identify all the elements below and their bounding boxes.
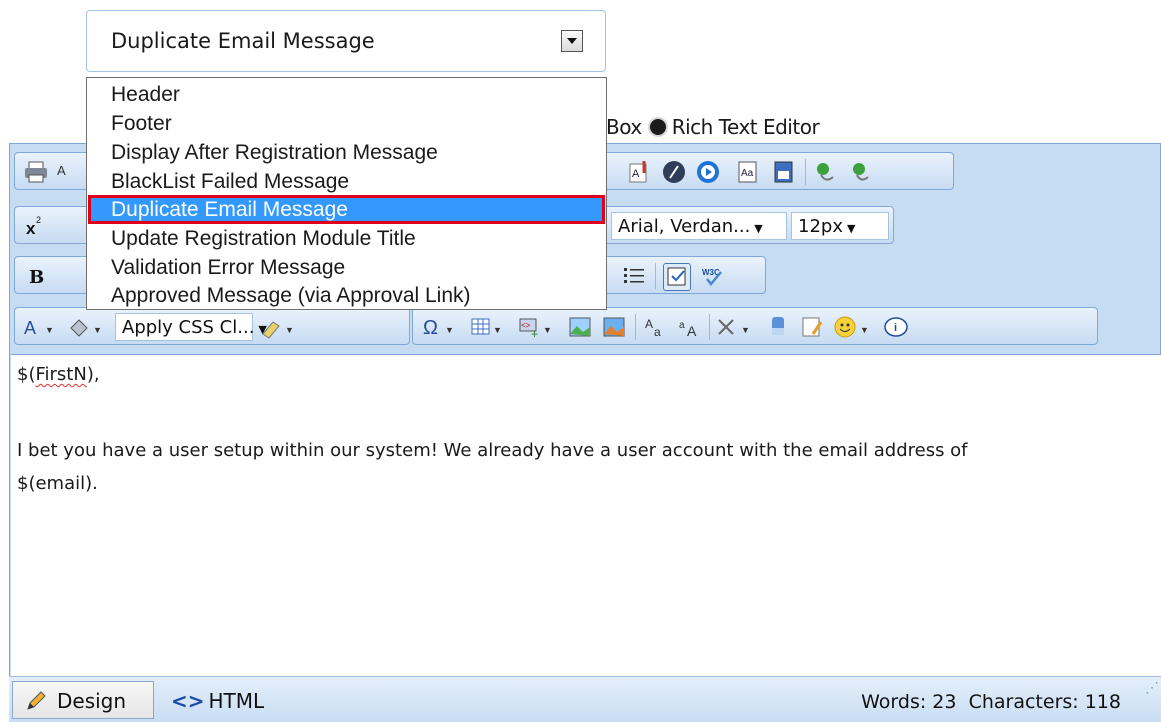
svg-text:A: A xyxy=(687,323,697,339)
dropdown-item-duplicate-email[interactable]: Duplicate Email Message xyxy=(88,195,605,224)
greeting-variable: FirstN xyxy=(35,364,87,385)
svg-text:▼: ▼ xyxy=(860,325,869,335)
edit-note-icon[interactable] xyxy=(799,314,825,340)
document-manager-icon[interactable]: Aa xyxy=(735,159,761,185)
resize-grip-icon[interactable]: ⋰ xyxy=(1145,679,1159,696)
textbox-radio-label[interactable]: Box xyxy=(606,115,642,139)
chevron-down-icon: ▼ xyxy=(846,222,856,235)
font-color-icon[interactable]: A ▼ xyxy=(21,314,67,340)
convert-lower-icon[interactable]: Aa xyxy=(643,314,669,340)
chevron-down-icon[interactable] xyxy=(561,30,583,52)
chevron-down-icon: ▼ xyxy=(754,222,763,235)
svg-text:▼: ▼ xyxy=(445,325,454,335)
design-mode-tab[interactable]: Design xyxy=(12,681,154,719)
character-count: Characters: 118 xyxy=(968,691,1121,713)
svg-text:A: A xyxy=(24,318,36,338)
toolbar-row-4b: Ω ▼ ▼ <> + ▼ Aa aA ▼ ▼ i xyxy=(412,307,1098,345)
svg-text:i: i xyxy=(894,322,897,334)
toolbar-row-4: A ▼ ▼ Apply CSS Cl... ▼ ▼ xyxy=(14,307,410,345)
emoticon-icon[interactable]: ▼ xyxy=(833,314,877,340)
module-manager-icon[interactable]: ▼ xyxy=(715,314,759,340)
about-editor-icon[interactable] xyxy=(765,314,791,340)
svg-text:A: A xyxy=(645,317,653,331)
spellcheck-icon[interactable]: A xyxy=(55,159,81,185)
message-type-select[interactable]: Duplicate Email Message xyxy=(86,10,606,72)
table-icon[interactable]: ▼ xyxy=(469,314,513,340)
code-icon: <> xyxy=(171,689,205,713)
word-count: Words: 23 xyxy=(861,691,957,713)
pencil-icon xyxy=(25,690,47,717)
font-name-value: Arial, Verdan... xyxy=(618,216,751,237)
paste-word-icon[interactable]: A xyxy=(627,159,653,185)
html-mode-label: HTML xyxy=(208,689,265,713)
svg-text:2: 2 xyxy=(36,215,41,225)
css-class-value: Apply CSS Cl... xyxy=(122,317,255,338)
image-manager-icon[interactable] xyxy=(567,314,593,340)
word-count-stats: Words: 23 Characters: 118 xyxy=(861,691,1121,713)
svg-text:▼: ▼ xyxy=(93,325,102,335)
body-line-2: $(email). xyxy=(17,473,98,494)
dropdown-item-footer[interactable]: Footer xyxy=(88,109,605,138)
svg-text:Ω: Ω xyxy=(423,317,438,339)
editor-mode-radio-group: Box Rich Text Editor xyxy=(606,115,820,139)
rich-text-radio-label[interactable]: Rich Text Editor xyxy=(672,115,820,139)
flash-icon[interactable] xyxy=(661,159,687,185)
design-mode-label: Design xyxy=(57,689,127,713)
dropdown-item-display-after-registration[interactable]: Display After Registration Message xyxy=(88,138,605,167)
font-size-select[interactable]: 12px ▼ xyxy=(791,212,889,240)
insert-snippet-icon[interactable]: <> + ▼ xyxy=(517,314,561,341)
message-type-select-value: Duplicate Email Message xyxy=(111,29,375,53)
superscript-icon[interactable]: x2 xyxy=(23,213,49,239)
greeting-prefix: $( xyxy=(17,364,36,385)
svg-text:+: + xyxy=(531,327,538,340)
dropdown-item-blacklist-failed[interactable]: BlackList Failed Message xyxy=(88,167,605,196)
dropdown-item-header[interactable]: Header xyxy=(88,80,605,109)
svg-text:x: x xyxy=(26,219,36,238)
svg-text:B: B xyxy=(29,267,44,288)
svg-text:▼: ▼ xyxy=(285,325,294,335)
css-class-select[interactable]: Apply CSS Cl... ▼ xyxy=(115,313,267,341)
editor-status-bar: Design <> HTML Words: 23 Characters: 118 … xyxy=(9,676,1161,722)
svg-text:a: a xyxy=(679,320,685,331)
message-type-dropdown-list: Header Footer Display After Registration… xyxy=(86,77,607,310)
bold-icon[interactable]: B xyxy=(23,263,49,289)
svg-text:▼: ▼ xyxy=(45,325,54,335)
font-size-value: 12px xyxy=(798,216,843,237)
svg-text:▼: ▼ xyxy=(493,325,502,335)
convert-upper-icon[interactable]: aA xyxy=(677,314,703,340)
svg-text:A: A xyxy=(632,168,640,180)
template-manager-icon[interactable] xyxy=(771,159,797,185)
greeting-line: $(FirstN), xyxy=(17,364,100,385)
highlight-color-icon[interactable]: ▼ xyxy=(67,314,113,340)
greeting-suffix: ), xyxy=(86,364,100,385)
svg-text:▼: ▼ xyxy=(741,325,750,335)
editor-content[interactable]: $(FirstN), I bet you have a user setup w… xyxy=(11,354,1161,676)
format-stripper-icon[interactable]: ▼ xyxy=(259,314,305,340)
print-icon[interactable] xyxy=(23,159,49,185)
dropdown-item-update-registration-title[interactable]: Update Registration Module Title xyxy=(88,224,605,253)
svg-text:a: a xyxy=(654,325,661,339)
w3c-icon[interactable]: W3C xyxy=(699,263,725,289)
svg-text:<>: <> xyxy=(521,321,531,330)
svg-text:Aa: Aa xyxy=(741,168,754,179)
special-characters-icon[interactable]: Ω ▼ xyxy=(421,314,465,340)
info-icon[interactable]: i xyxy=(883,314,909,340)
html-mode-tab[interactable]: <> HTML xyxy=(171,689,264,713)
svg-text:A: A xyxy=(57,163,66,178)
image-map-icon[interactable] xyxy=(601,314,627,340)
font-name-select[interactable]: Arial, Verdan... ▼ xyxy=(611,212,787,240)
link-icon[interactable] xyxy=(813,159,839,185)
unlink-icon[interactable] xyxy=(847,159,873,185)
svg-text:▼: ▼ xyxy=(543,325,552,335)
dropdown-item-validation-error[interactable]: Validation Error Message xyxy=(88,253,605,282)
xhtml-validator-icon[interactable] xyxy=(663,263,691,291)
body-line-1: I bet you have a user setup within our s… xyxy=(17,440,968,461)
bullet-list-icon[interactable] xyxy=(621,263,647,289)
dropdown-item-approved-message[interactable]: Approved Message (via Approval Link) xyxy=(88,281,605,310)
media-icon[interactable] xyxy=(695,159,721,185)
rich-text-radio[interactable] xyxy=(647,117,668,137)
